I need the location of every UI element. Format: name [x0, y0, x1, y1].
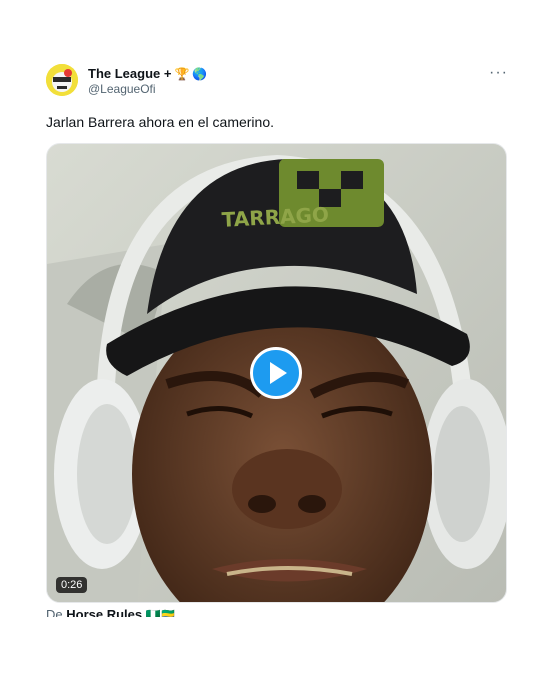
- play-button[interactable]: [250, 347, 302, 399]
- gabon-flag-icon: 🇬🇦: [160, 608, 176, 617]
- play-icon: [270, 362, 287, 384]
- tweet-text: Jarlan Barrera ahora en el camerino.: [46, 114, 275, 130]
- author-name-row[interactable]: The League + 🏆 🌎: [88, 66, 207, 81]
- ellipsis-icon[interactable]: ···: [489, 64, 508, 82]
- tweet: The League + 🏆 🌎 @LeagueOfi ··· Jarlan B…: [0, 0, 560, 700]
- avatar[interactable]: [46, 64, 78, 96]
- source-prefix: De: [46, 607, 63, 617]
- author-display-name[interactable]: The League +: [88, 66, 171, 81]
- video-duration: 0:26: [56, 577, 88, 593]
- avatar-image: [46, 64, 78, 96]
- trophy-icon: 🏆: [174, 66, 190, 81]
- video-player[interactable]: TARRAGO 0:26: [46, 143, 507, 603]
- source-account-name[interactable]: Horse Rules: [66, 607, 142, 617]
- author-handle[interactable]: @LeagueOfi: [88, 82, 156, 96]
- globe-icon: 🌎: [192, 66, 208, 81]
- nigeria-flag-icon: 🇳🇬: [145, 608, 161, 617]
- video-source-attribution[interactable]: De Horse Rules 🇳🇬🇬🇦: [46, 607, 176, 617]
